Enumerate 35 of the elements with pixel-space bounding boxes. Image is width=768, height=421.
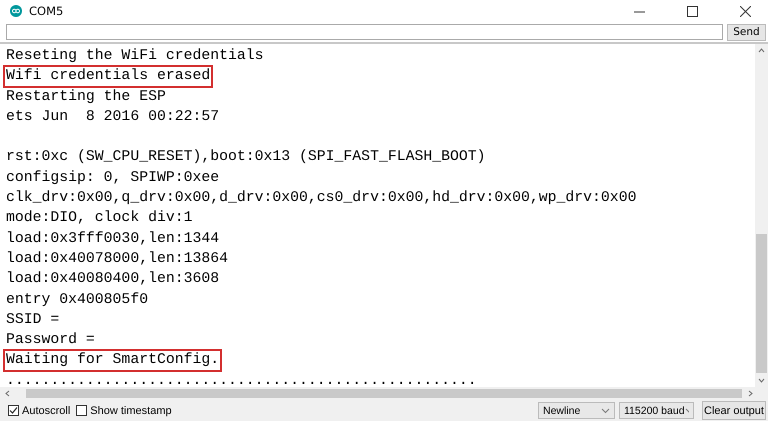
- checkbox-label: Autoscroll: [22, 404, 70, 416]
- app-logo-icon: [10, 5, 22, 17]
- horizontal-scrollbar[interactable]: [0, 387, 768, 400]
- vertical-scrollbar[interactable]: [755, 44, 768, 387]
- line-ending-dropdown[interactable]: Newline: [538, 402, 615, 419]
- clear-output-button[interactable]: Clear output: [702, 401, 766, 420]
- message-input-field[interactable]: [6, 24, 723, 40]
- highlighted-output-line: Wifi credentials erased: [4, 66, 212, 87]
- close-icon: [740, 6, 750, 16]
- scroll-down-icon[interactable]: [757, 376, 766, 385]
- checkbox-label: Show timestamp: [90, 404, 172, 416]
- output-line: load:0x40080400,len:3608: [5, 270, 220, 290]
- output-line: .....................................................: [5, 372, 478, 387]
- output-line: mode:DIO, clock div:1: [5, 209, 194, 228]
- window-title: COM5: [29, 4, 64, 18]
- output-line: Reseting the WiFi credentials: [5, 47, 265, 66]
- output-line: configsip: 0, SPIWP:0xee: [5, 168, 220, 188]
- scroll-right-icon[interactable]: [746, 389, 755, 398]
- output-line: entry 0x400805f0: [5, 290, 150, 310]
- output-line: rst:0xc (SW_CPU_RESET),boot:0x13 (SPI_FAST_FLASH_BOOT): [5, 148, 486, 168]
- output-line: ets Jun 8 2016 00:22:57: [5, 108, 220, 127]
- scroll-left-icon[interactable]: [3, 389, 12, 398]
- output-line: Password =: [5, 331, 96, 350]
- checkbox[interactable]: [8, 405, 19, 416]
- output-line: load:0x3fff0030,len:1344: [5, 230, 220, 249]
- output-line: Restarting the ESP: [5, 88, 167, 107]
- send-button[interactable]: Send: [727, 24, 766, 40]
- highlighted-output-line: Waiting for SmartConfig.: [4, 350, 222, 371]
- output-line: clk_drv:0x00,q_drv:0x00,d_drv:0x00,cs0_drv:0x00,hd_drv:0x00,wp_drv:0x00: [5, 189, 638, 208]
- baud-rate-dropdown[interactable]: 115200 baud: [619, 402, 694, 419]
- scroll-up-icon[interactable]: [757, 46, 766, 55]
- output-line: SSID =: [5, 310, 60, 330]
- checkbox[interactable]: [76, 405, 88, 416]
- maximize-icon: [686, 6, 698, 16]
- output-line: load:0x40078000,len:13864: [5, 250, 229, 269]
